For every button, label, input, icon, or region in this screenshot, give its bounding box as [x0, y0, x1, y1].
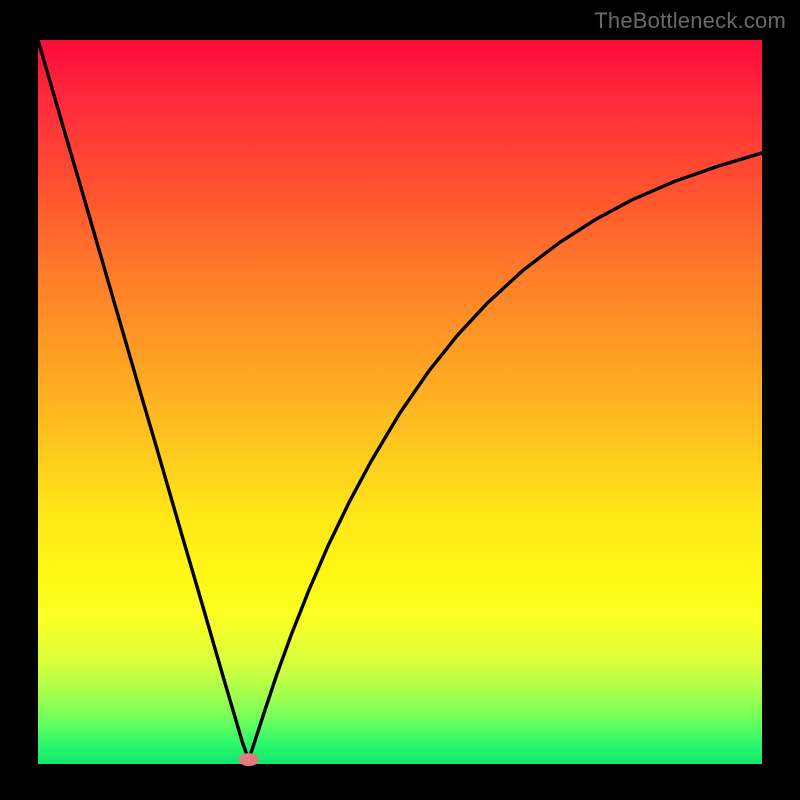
chart-frame: TheBottleneck.com [0, 0, 800, 800]
watermark-text: TheBottleneck.com [594, 8, 786, 34]
plot-area [38, 40, 762, 764]
curve-left-branch [38, 40, 249, 760]
chart-svg [38, 40, 762, 764]
minimum-marker [239, 753, 259, 766]
curve-right-branch [249, 153, 762, 760]
